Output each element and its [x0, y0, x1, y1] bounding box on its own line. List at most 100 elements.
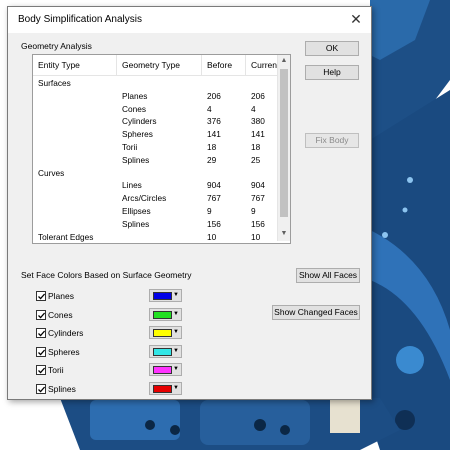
- chevron-down-icon: ▼: [173, 329, 179, 336]
- table-header: Entity Type Geometry Type Before Curren: [33, 55, 278, 76]
- table-row[interactable]: Planes 206 206: [33, 90, 278, 103]
- table-cell-before: 206: [207, 90, 221, 101]
- table-row[interactable]: Arcs/Circles 767 767: [33, 192, 278, 205]
- table-row[interactable]: Surfaces: [33, 77, 278, 90]
- column-header-current[interactable]: Curren: [246, 55, 278, 75]
- table-cell-entity: [33, 103, 117, 116]
- table-row[interactable]: Lines 904 904: [33, 179, 278, 192]
- checkmark-icon: [38, 367, 46, 374]
- checkbox[interactable]: [36, 291, 46, 301]
- table-cell-geometry: Spheres: [122, 129, 153, 140]
- show-all-faces-button[interactable]: Show All Faces: [296, 268, 360, 283]
- checkmark-icon: [38, 330, 46, 337]
- table-cell-before: 376: [207, 116, 221, 127]
- table-cell-current: 18: [251, 142, 261, 152]
- table-cell-current: 380: [251, 116, 265, 127]
- table-row[interactable]: Torii 18 18: [33, 141, 278, 154]
- table-row[interactable]: Cylinders 376 380: [33, 115, 278, 128]
- checkmark-icon: [38, 349, 46, 356]
- color-picker-button[interactable]: ▼: [149, 344, 182, 358]
- checkbox-label[interactable]: Splines: [48, 383, 76, 395]
- color-swatch: [153, 292, 172, 300]
- face-color-row: Splines ▼: [36, 382, 226, 397]
- chevron-down-icon: ▼: [173, 385, 179, 391]
- help-button[interactable]: Help: [305, 65, 359, 80]
- table-cell-geometry: Torii: [122, 142, 138, 152]
- checkmark-icon: [38, 386, 46, 393]
- checkbox-label[interactable]: Cylinders: [48, 327, 83, 339]
- table-cell-entity: [33, 192, 117, 205]
- table-cell-entity: [33, 90, 117, 103]
- color-swatch: [153, 385, 172, 393]
- chevron-down-icon: ▼: [173, 347, 179, 354]
- column-header-before[interactable]: Before: [202, 55, 246, 75]
- checkbox-label[interactable]: Torii: [48, 364, 64, 376]
- color-picker-button[interactable]: ▼: [149, 307, 182, 321]
- table-cell-before: 141: [207, 129, 221, 140]
- table-cell-entity: [33, 205, 117, 218]
- checkbox-label[interactable]: Cones: [48, 309, 73, 321]
- color-swatch: [153, 310, 172, 319]
- table-cell-current: 10: [251, 231, 261, 242]
- table-cell-current: [246, 167, 278, 180]
- table-row[interactable]: Spheres 141 141: [33, 128, 278, 141]
- table-cell-before: 156: [207, 218, 221, 229]
- table-row[interactable]: Cones 4 4: [33, 103, 278, 116]
- table-cell-entity: Surfaces: [38, 78, 71, 88]
- color-swatch: [153, 347, 172, 356]
- table-scrollbar[interactable]: ▲ ▼: [277, 55, 290, 241]
- checkbox[interactable]: [36, 346, 46, 357]
- fix-body-button[interactable]: Fix Body: [305, 133, 359, 148]
- table-cell-current: 904: [251, 180, 265, 191]
- column-header-entity-type[interactable]: Entity Type: [33, 55, 117, 75]
- scroll-thumb[interactable]: [280, 69, 288, 217]
- table-cell-current: 25: [251, 154, 261, 165]
- geometry-analysis-heading: Geometry Analysis: [21, 41, 92, 51]
- checkbox-label[interactable]: Spheres: [48, 346, 80, 358]
- chevron-down-icon: ▼: [173, 292, 179, 298]
- dialog-titlebar[interactable]: Body Simplification Analysis ✕: [8, 7, 371, 33]
- column-header-geometry-type[interactable]: Geometry Type: [117, 55, 202, 75]
- table-cell-before: 9: [207, 206, 212, 216]
- geometry-table[interactable]: Entity Type Geometry Type Before Curren …: [32, 54, 291, 244]
- color-picker-button[interactable]: ▼: [149, 289, 182, 302]
- table-cell-current: 767: [251, 193, 265, 204]
- table-cell-before: 18: [207, 142, 217, 152]
- table-cell-before: [202, 77, 246, 90]
- table-row[interactable]: Ellipses 9 9: [33, 205, 278, 218]
- ok-button[interactable]: OK: [305, 41, 359, 56]
- table-cell-geometry: Planes: [122, 90, 148, 101]
- checkbox[interactable]: [36, 365, 46, 376]
- checkbox[interactable]: [36, 309, 46, 320]
- table-cell-before: 767: [207, 193, 221, 204]
- scroll-down-icon[interactable]: ▼: [278, 228, 290, 240]
- chevron-down-icon: ▼: [173, 366, 179, 373]
- table-cell-entity: [33, 179, 117, 192]
- table-cell-geometry: Arcs/Circles: [122, 193, 167, 204]
- close-icon[interactable]: ✕: [341, 7, 371, 33]
- checkbox[interactable]: [36, 328, 46, 339]
- table-cell-before: 29: [207, 154, 217, 165]
- table-cell-geometry: Cylinders: [122, 116, 157, 127]
- body-simplification-dialog: Body Simplification Analysis ✕ Geometry …: [7, 6, 372, 400]
- color-swatch: [153, 329, 172, 338]
- checkbox[interactable]: [36, 384, 46, 394]
- table-row[interactable]: Splines 156 156: [33, 218, 278, 231]
- scroll-up-icon[interactable]: ▲: [278, 55, 290, 67]
- face-color-row: Planes ▼: [36, 289, 226, 304]
- color-picker-button[interactable]: ▼: [149, 382, 182, 395]
- checkbox-label[interactable]: Planes: [48, 290, 74, 302]
- table-row[interactable]: Splines 29 25: [33, 154, 278, 167]
- table-cell-entity: [33, 128, 117, 141]
- table-cell-geometry: Splines: [122, 218, 150, 229]
- table-row[interactable]: Tolerant Edges 10 10: [33, 231, 278, 243]
- show-changed-faces-button[interactable]: Show Changed Faces: [272, 305, 360, 320]
- table-cell-current: 206: [251, 90, 265, 101]
- checkmark-icon: [38, 312, 46, 319]
- table-cell-entity: Curves: [38, 167, 65, 178]
- color-picker-button[interactable]: ▼: [149, 363, 182, 377]
- table-cell-before: [202, 167, 246, 180]
- table-cell-current: 4: [251, 103, 256, 114]
- color-picker-button[interactable]: ▼: [149, 326, 182, 340]
- table-row[interactable]: Curves: [33, 167, 278, 180]
